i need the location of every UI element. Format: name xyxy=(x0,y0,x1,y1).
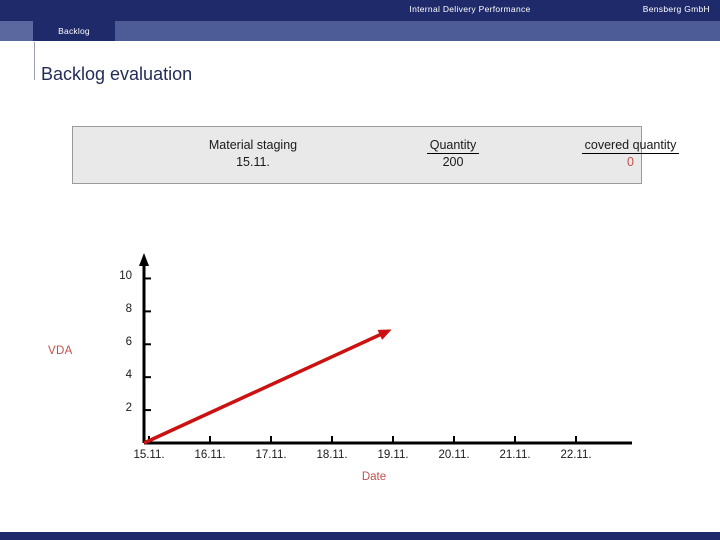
y-axis-tick-label: 2 xyxy=(125,402,132,415)
footer-bar xyxy=(0,532,720,540)
x-axis-title: Date xyxy=(361,471,387,483)
y-axis-tick-label: 10 xyxy=(119,270,132,283)
y-axis-tick-label: 6 xyxy=(125,336,132,349)
chart-line-series xyxy=(143,329,389,445)
y-axis-tick-label: 8 xyxy=(125,303,132,316)
y-axis-tick-label: 4 xyxy=(125,369,132,382)
chart-series-group xyxy=(143,329,392,445)
backlog-chart: 2 4 6 8 10 15.11. 16.11. 17.11. 18.11. 19.11. 20.… xyxy=(0,0,720,540)
x-axis-tick-label: 21.11. xyxy=(499,449,531,461)
x-axis-tick-label: 16.11. xyxy=(194,449,226,461)
y-axis-arrowhead xyxy=(139,253,149,266)
x-axis-tick-label: 18.11. xyxy=(316,449,348,461)
x-axis-tick-label: 19.11. xyxy=(377,449,409,461)
y-axis-title: VDA xyxy=(48,345,73,357)
x-axis-tick-label: 22.11. xyxy=(560,449,592,461)
x-axis-tick-label: 17.11. xyxy=(255,449,287,461)
x-axis-tick-label: 15.11. xyxy=(133,449,165,461)
x-axis-tick-label: 20.11. xyxy=(438,449,470,461)
